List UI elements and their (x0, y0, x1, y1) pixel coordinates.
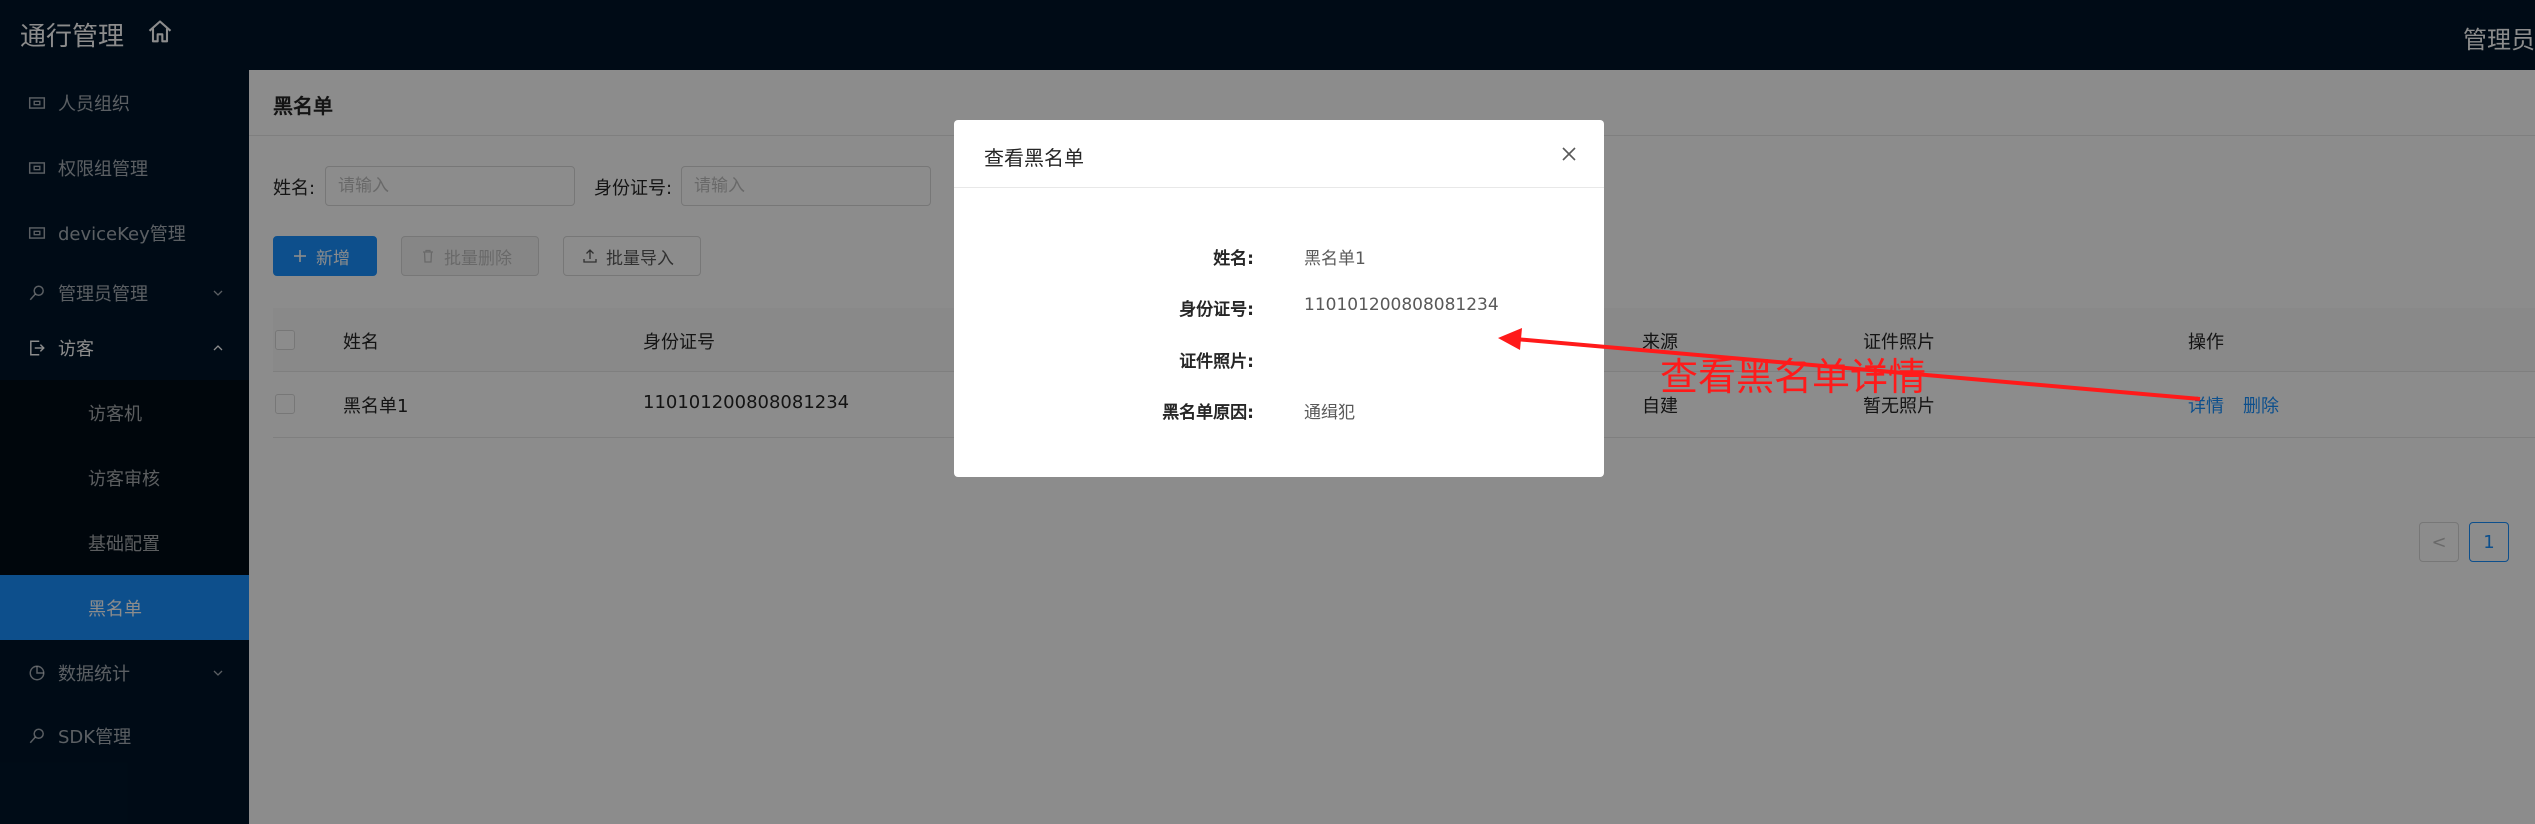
detail-label-name: 姓名: (1213, 249, 1254, 269)
modal-title: 查看黑名单 (984, 146, 1084, 170)
detail-value-name: 黑名单1 (1304, 249, 1366, 269)
detail-value-id-number: 110101200808081234 (1304, 295, 1499, 315)
detail-label-id-number: 身份证号: (1179, 300, 1254, 320)
modal-header: 查看黑名单 (954, 120, 1604, 188)
detail-label-reason: 黑名单原因: (1162, 403, 1254, 423)
view-blacklist-modal: 查看黑名单 姓名: 黑名单1 身份证号: 110101200808081234 … (954, 120, 1604, 477)
detail-label-photo: 证件照片: (1179, 352, 1254, 372)
detail-value-reason: 通缉犯 (1304, 403, 1355, 423)
annotation-text: 查看黑名单详情 (1660, 355, 1927, 399)
close-icon[interactable] (1560, 145, 1578, 163)
